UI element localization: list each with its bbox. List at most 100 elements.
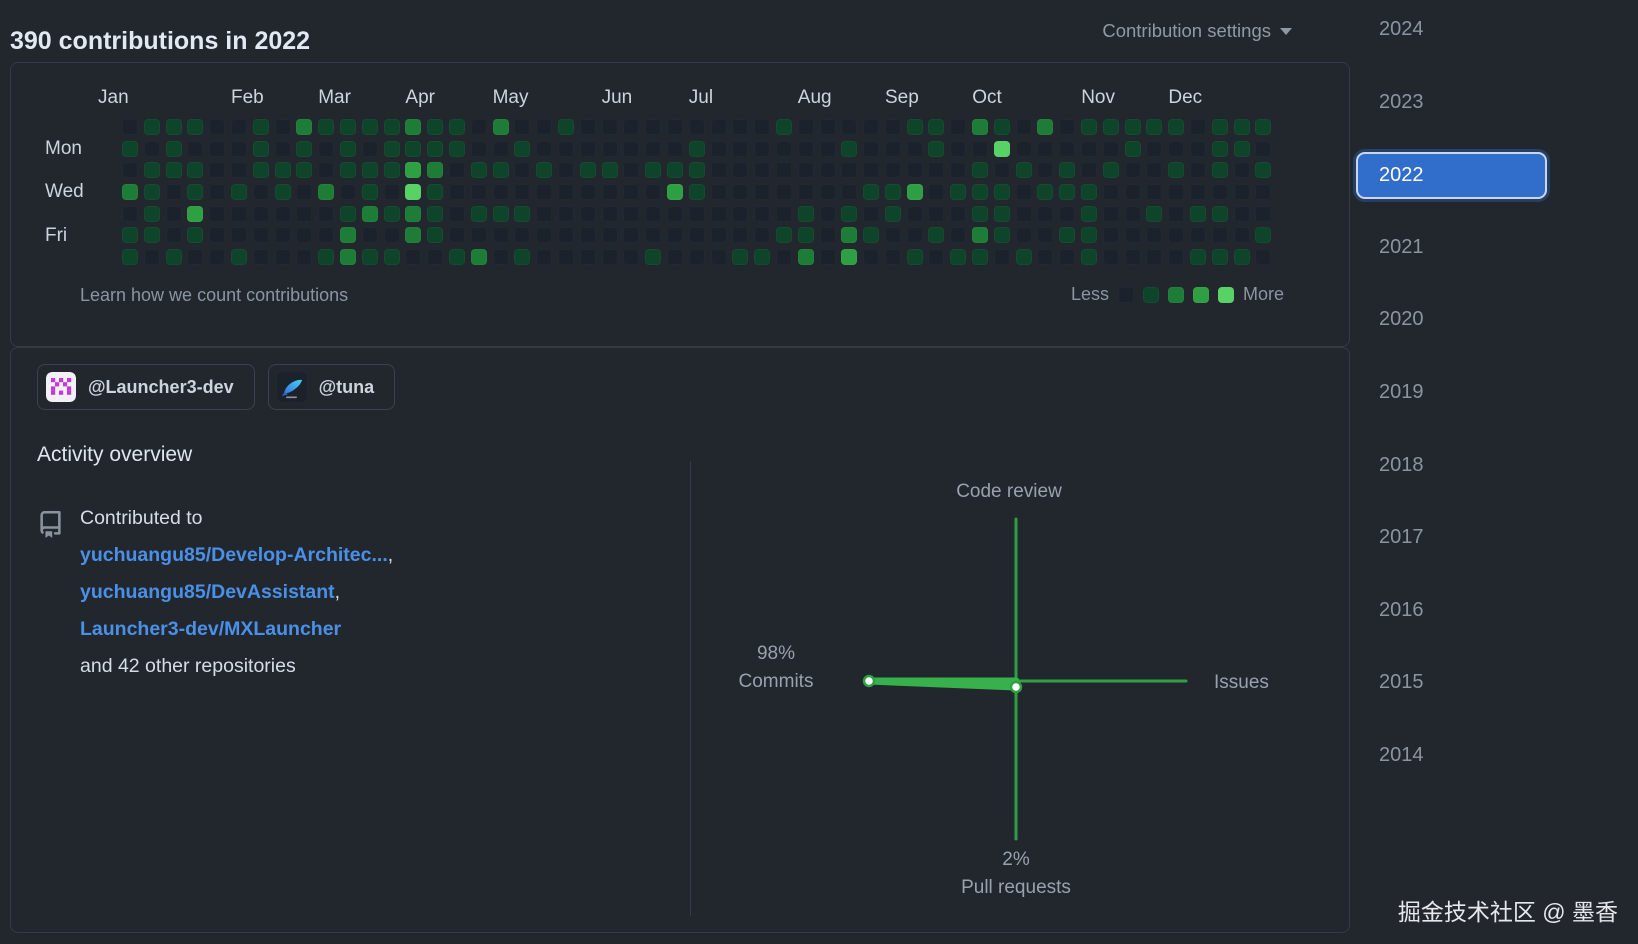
contribution-cell[interactable]: [776, 206, 792, 222]
contribution-cell[interactable]: [776, 119, 792, 135]
contribution-cell[interactable]: [907, 249, 923, 265]
contribution-cell[interactable]: [863, 227, 879, 243]
contribution-cell[interactable]: [776, 162, 792, 178]
contribution-cell[interactable]: [667, 249, 683, 265]
contribution-cell[interactable]: [1059, 162, 1075, 178]
contribution-cell[interactable]: [1016, 206, 1032, 222]
contribution-cell[interactable]: [580, 141, 596, 157]
contribution-cell[interactable]: [1081, 162, 1097, 178]
contribution-cell[interactable]: [1125, 227, 1141, 243]
contribution-cell[interactable]: [667, 162, 683, 178]
contribution-cell[interactable]: [623, 206, 639, 222]
contribution-cell[interactable]: [798, 162, 814, 178]
contribution-cell[interactable]: [623, 249, 639, 265]
contribution-cell[interactable]: [580, 206, 596, 222]
contribution-cell[interactable]: [558, 227, 574, 243]
contribution-cell[interactable]: [187, 119, 203, 135]
contribution-cell[interactable]: [907, 227, 923, 243]
contribution-cell[interactable]: [209, 249, 225, 265]
contribution-cell[interactable]: [863, 141, 879, 157]
contribution-cell[interactable]: [798, 249, 814, 265]
year-item-2016[interactable]: 2016: [1379, 599, 1424, 622]
contribution-cell[interactable]: [776, 184, 792, 200]
contribution-cell[interactable]: [144, 206, 160, 222]
contribution-cell[interactable]: [1234, 227, 1250, 243]
contribution-cell[interactable]: [972, 141, 988, 157]
contribution-cell[interactable]: [122, 119, 138, 135]
contribution-cell[interactable]: [253, 206, 269, 222]
contribution-cell[interactable]: [187, 162, 203, 178]
contribution-cell[interactable]: [711, 206, 727, 222]
contribution-cell[interactable]: [275, 141, 291, 157]
contribution-cell[interactable]: [253, 162, 269, 178]
contribution-cell[interactable]: [1212, 249, 1228, 265]
contribution-cell[interactable]: [122, 227, 138, 243]
contribution-cell[interactable]: [275, 206, 291, 222]
contribution-cell[interactable]: [776, 141, 792, 157]
contribution-cell[interactable]: [950, 119, 966, 135]
contribution-cell[interactable]: [1016, 227, 1032, 243]
contribution-cell[interactable]: [493, 184, 509, 200]
contribution-cell[interactable]: [275, 119, 291, 135]
contribution-cell[interactable]: [318, 184, 334, 200]
contribution-cell[interactable]: [863, 249, 879, 265]
contribution-cell[interactable]: [885, 227, 901, 243]
contribution-cell[interactable]: [1059, 227, 1075, 243]
contribution-cell[interactable]: [950, 227, 966, 243]
contribution-cell[interactable]: [820, 184, 836, 200]
contribution-cell[interactable]: [928, 119, 944, 135]
contribution-cell[interactable]: [580, 227, 596, 243]
contribution-cell[interactable]: [1255, 119, 1271, 135]
contribution-cell[interactable]: [144, 184, 160, 200]
contribution-cell[interactable]: [1190, 206, 1206, 222]
contribution-cell[interactable]: [602, 206, 618, 222]
contribution-cell[interactable]: [645, 119, 661, 135]
contribution-cell[interactable]: [340, 206, 356, 222]
contribution-cell[interactable]: [231, 162, 247, 178]
contribution-cell[interactable]: [602, 227, 618, 243]
contribution-cell[interactable]: [907, 206, 923, 222]
contribution-cell[interactable]: [187, 206, 203, 222]
contribution-cell[interactable]: [602, 141, 618, 157]
contribution-cell[interactable]: [449, 141, 465, 157]
contribution-cell[interactable]: [449, 227, 465, 243]
contribution-cell[interactable]: [427, 184, 443, 200]
contribution-cell[interactable]: [1037, 206, 1053, 222]
contribution-cell[interactable]: [776, 227, 792, 243]
contribution-cell[interactable]: [493, 249, 509, 265]
contribution-cell[interactable]: [798, 227, 814, 243]
contribution-cell[interactable]: [144, 249, 160, 265]
contribution-cell[interactable]: [645, 249, 661, 265]
contribution-cell[interactable]: [166, 206, 182, 222]
contribution-cell[interactable]: [1016, 249, 1032, 265]
contribution-cell[interactable]: [689, 141, 705, 157]
contribution-cell[interactable]: [427, 227, 443, 243]
contribution-cell[interactable]: [1059, 184, 1075, 200]
contribution-cell[interactable]: [318, 227, 334, 243]
contribution-cell[interactable]: [514, 141, 530, 157]
contribution-cell[interactable]: [1146, 162, 1162, 178]
contribution-cell[interactable]: [841, 206, 857, 222]
contribution-cell[interactable]: [645, 162, 661, 178]
contribution-cell[interactable]: [732, 162, 748, 178]
contribution-cell[interactable]: [645, 141, 661, 157]
contribution-cell[interactable]: [623, 162, 639, 178]
contribution-cell[interactable]: [972, 206, 988, 222]
contribution-cell[interactable]: [275, 249, 291, 265]
contribution-cell[interactable]: [1081, 141, 1097, 157]
contribution-cell[interactable]: [449, 249, 465, 265]
contribution-cell[interactable]: [732, 227, 748, 243]
repo-link-mxlauncher[interactable]: Launcher3-dev/MXLauncher: [80, 618, 341, 640]
contribution-cell[interactable]: [1255, 184, 1271, 200]
contribution-cell[interactable]: [820, 119, 836, 135]
contribution-cell[interactable]: [275, 227, 291, 243]
contribution-cell[interactable]: [820, 227, 836, 243]
contribution-cell[interactable]: [209, 184, 225, 200]
contribution-cell[interactable]: [231, 227, 247, 243]
contribution-cell[interactable]: [296, 184, 312, 200]
contribution-cell[interactable]: [841, 249, 857, 265]
contribution-cell[interactable]: [340, 141, 356, 157]
contribution-cell[interactable]: [1146, 119, 1162, 135]
contribution-cell[interactable]: [1212, 227, 1228, 243]
contribution-cell[interactable]: [231, 206, 247, 222]
